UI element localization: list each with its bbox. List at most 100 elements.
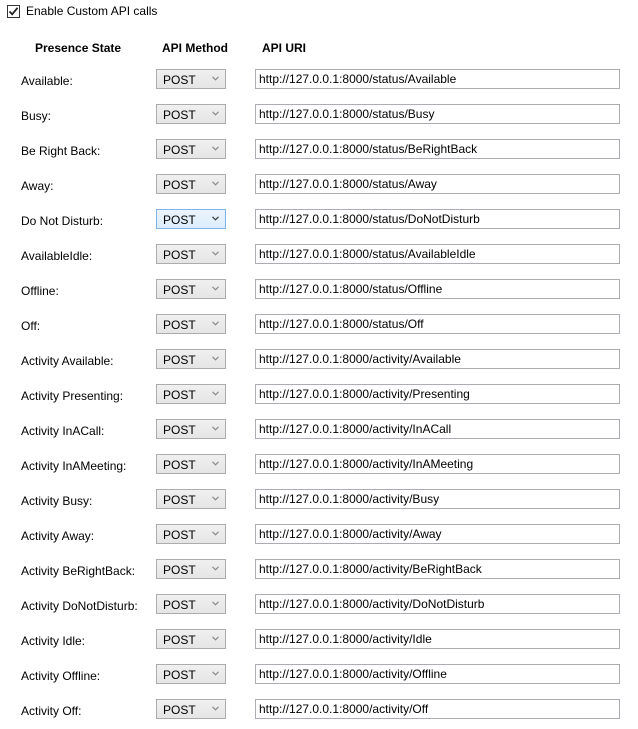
- api-method-value: POST: [163, 283, 196, 297]
- chevron-down-icon: [212, 146, 219, 151]
- presence-state-label: Available:: [21, 74, 73, 88]
- api-uri-input[interactable]: [255, 524, 620, 544]
- api-method-value: POST: [163, 598, 196, 612]
- api-uri-input[interactable]: [255, 594, 620, 614]
- api-method-dropdown[interactable]: POST: [156, 594, 226, 614]
- presence-row: Activity Idle: POST: [0, 629, 638, 653]
- presence-state-label: Activity InACall:: [21, 424, 105, 438]
- chevron-down-icon: [212, 706, 219, 711]
- api-method-dropdown[interactable]: POST: [156, 209, 226, 229]
- presence-row: Activity InACall: POST: [0, 419, 638, 443]
- chevron-down-icon: [212, 181, 219, 186]
- api-method-value: POST: [163, 668, 196, 682]
- api-method-dropdown[interactable]: POST: [156, 419, 226, 439]
- presence-state-label: Activity Offline:: [21, 669, 101, 683]
- presence-state-label: Be Right Back:: [21, 144, 101, 158]
- api-uri-input[interactable]: [255, 69, 620, 89]
- api-method-value: POST: [163, 213, 196, 227]
- chevron-down-icon: [212, 391, 219, 396]
- api-method-dropdown[interactable]: POST: [156, 489, 226, 509]
- api-method-value: POST: [163, 108, 196, 122]
- api-uri-input[interactable]: [255, 209, 620, 229]
- presence-state-label: Offline:: [21, 284, 59, 298]
- api-method-dropdown[interactable]: POST: [156, 69, 226, 89]
- chevron-down-icon: [212, 671, 219, 676]
- api-method-value: POST: [163, 423, 196, 437]
- api-uri-input[interactable]: [255, 454, 620, 474]
- api-uri-input[interactable]: [255, 139, 620, 159]
- api-method-dropdown[interactable]: POST: [156, 384, 226, 404]
- api-uri-input[interactable]: [255, 629, 620, 649]
- presence-row: Activity DoNotDisturb: POST: [0, 594, 638, 618]
- api-method-value: POST: [163, 633, 196, 647]
- api-method-dropdown[interactable]: POST: [156, 104, 226, 124]
- presence-row: Activity BeRightBack: POST: [0, 559, 638, 583]
- presence-row: Activity InAMeeting: POST: [0, 454, 638, 478]
- chevron-down-icon: [212, 356, 219, 361]
- presence-state-label: Busy:: [21, 109, 52, 123]
- api-uri-input[interactable]: [255, 384, 620, 404]
- chevron-down-icon: [212, 286, 219, 291]
- chevron-down-icon: [212, 321, 219, 326]
- chevron-down-icon: [212, 601, 219, 606]
- api-method-dropdown[interactable]: POST: [156, 454, 226, 474]
- api-method-dropdown[interactable]: POST: [156, 279, 226, 299]
- presence-state-label: Activity Away:: [21, 529, 95, 543]
- api-uri-input[interactable]: [255, 104, 620, 124]
- presence-row: Off: POST: [0, 314, 638, 338]
- api-uri-input[interactable]: [255, 279, 620, 299]
- enable-custom-api-label: Enable Custom API calls: [26, 4, 158, 18]
- api-method-dropdown[interactable]: POST: [156, 699, 226, 719]
- enable-custom-api-checkbox[interactable]: [7, 4, 20, 18]
- api-uri-input[interactable]: [255, 419, 620, 439]
- presence-state-label: Activity Presenting:: [21, 389, 124, 403]
- api-method-value: POST: [163, 563, 196, 577]
- presence-state-label: Off:: [21, 319, 41, 333]
- api-method-value: POST: [163, 703, 196, 717]
- presence-row: Activity Busy: POST: [0, 489, 638, 513]
- chevron-down-icon: [212, 76, 219, 81]
- presence-row: Activity Available: POST: [0, 349, 638, 373]
- api-uri-input[interactable]: [255, 244, 620, 264]
- api-method-value: POST: [163, 493, 196, 507]
- api-method-dropdown[interactable]: POST: [156, 559, 226, 579]
- api-uri-input[interactable]: [255, 174, 620, 194]
- api-uri-input[interactable]: [255, 664, 620, 684]
- api-method-dropdown[interactable]: POST: [156, 524, 226, 544]
- api-method-dropdown[interactable]: POST: [156, 349, 226, 369]
- api-uri-input[interactable]: [255, 489, 620, 509]
- presence-row: Be Right Back: POST: [0, 139, 638, 163]
- presence-row: Busy: POST: [0, 104, 638, 128]
- enable-custom-api-checkbox-row[interactable]: Enable Custom API calls: [7, 3, 157, 19]
- api-uri-input[interactable]: [255, 559, 620, 579]
- presence-row: Available: POST: [0, 69, 638, 93]
- api-method-dropdown[interactable]: POST: [156, 139, 226, 159]
- chevron-down-icon: [212, 461, 219, 466]
- api-method-dropdown[interactable]: POST: [156, 629, 226, 649]
- presence-row: AvailableIdle: POST: [0, 244, 638, 268]
- presence-state-label: Activity Busy:: [21, 494, 93, 508]
- api-method-value: POST: [163, 318, 196, 332]
- api-uri-header: API URI: [262, 41, 307, 55]
- presence-state-label: Away:: [21, 179, 54, 193]
- api-uri-input[interactable]: [255, 349, 620, 369]
- chevron-down-icon: [212, 566, 219, 571]
- chevron-down-icon: [212, 426, 219, 431]
- api-method-value: POST: [163, 73, 196, 87]
- presence-state-label: AvailableIdle:: [21, 249, 93, 263]
- api-method-dropdown[interactable]: POST: [156, 664, 226, 684]
- api-uri-input[interactable]: [255, 699, 620, 719]
- api-method-dropdown[interactable]: POST: [156, 174, 226, 194]
- api-method-value: POST: [163, 248, 196, 262]
- chevron-down-icon: [212, 111, 219, 116]
- presence-row: Activity Off: POST: [0, 699, 638, 723]
- chevron-down-icon: [212, 496, 219, 501]
- chevron-down-icon: [212, 251, 219, 256]
- api-method-header: API Method: [162, 41, 228, 55]
- checkmark-icon: [8, 6, 19, 16]
- api-method-dropdown[interactable]: POST: [156, 314, 226, 334]
- presence-state-label: Activity DoNotDisturb:: [21, 599, 138, 613]
- api-method-value: POST: [163, 178, 196, 192]
- api-method-dropdown[interactable]: POST: [156, 244, 226, 264]
- api-uri-input[interactable]: [255, 314, 620, 334]
